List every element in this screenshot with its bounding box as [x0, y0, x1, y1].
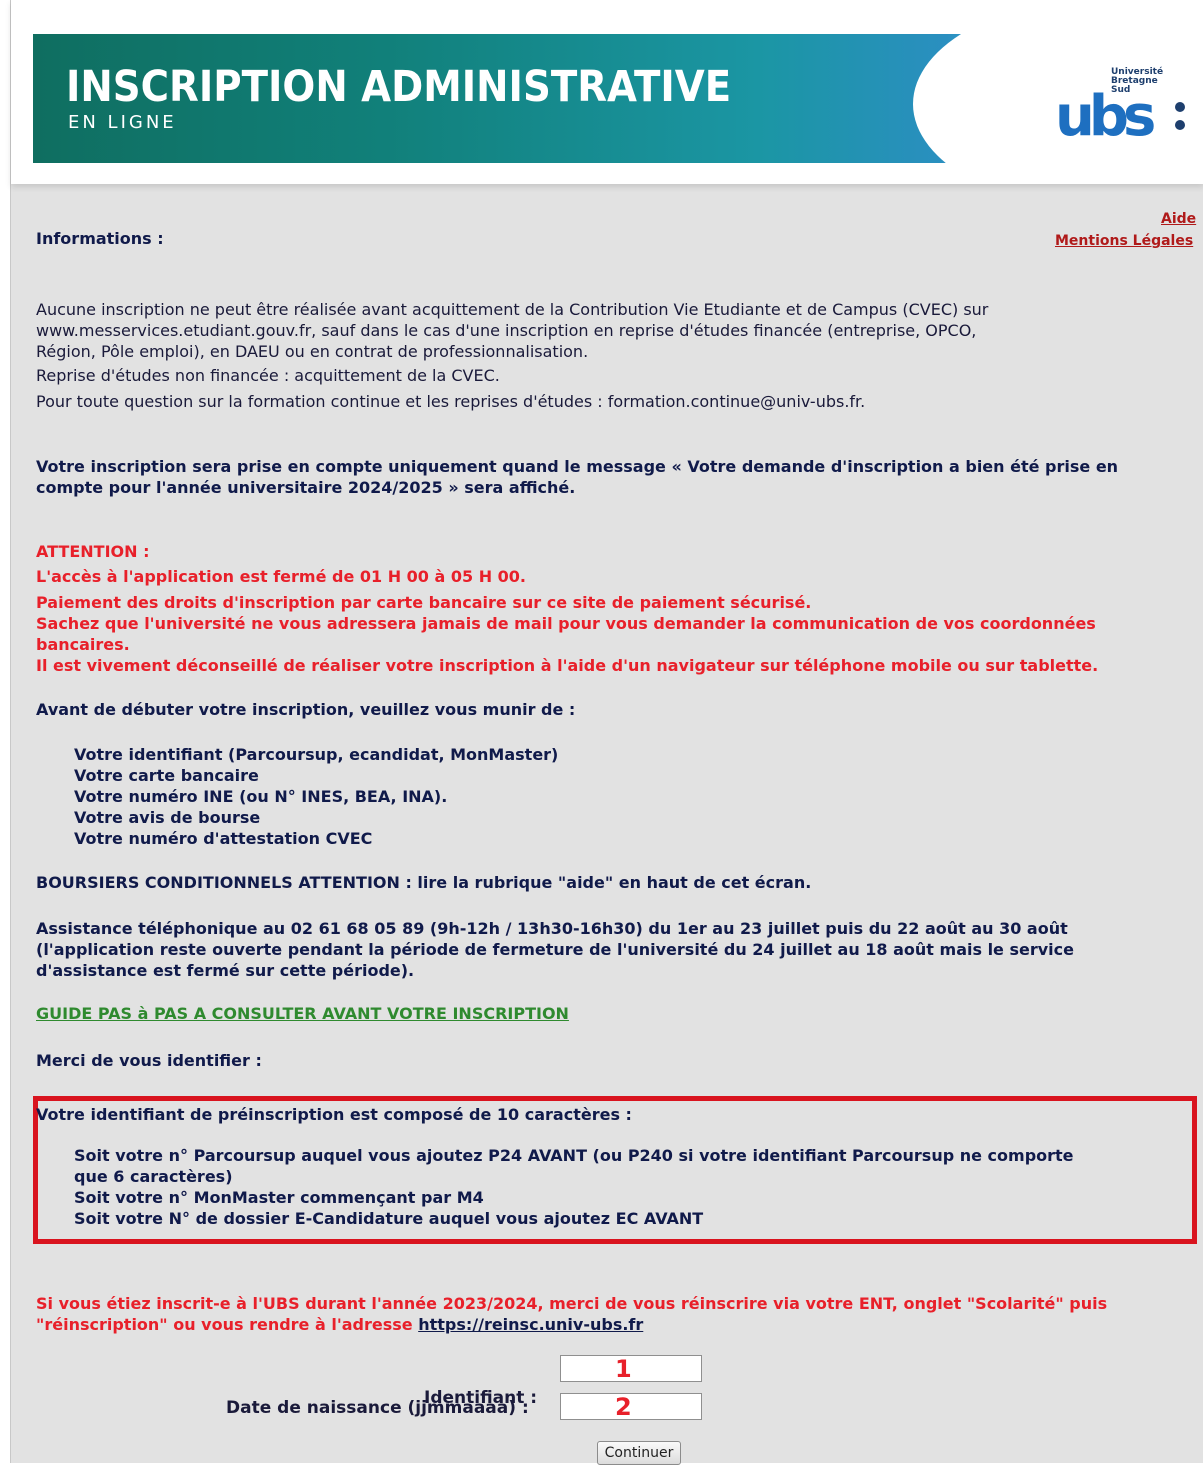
attention-line-1: L'accès à l'application est fermé de 01 … [36, 567, 526, 586]
list-item: Votre numéro INE (ou N° INES, BEA, INA). [74, 787, 448, 806]
banner: INSCRIPTION ADMINISTRATIVE EN LIGNE [33, 34, 1203, 163]
date-naissance-marker: 2 [615, 1393, 632, 1421]
ubs-logo: Université Bretagne Sud ubs [1051, 62, 1191, 149]
informations-label: Informations : [36, 229, 164, 248]
merci-text: Merci de vous identifier : [36, 1051, 262, 1070]
identifiant-item-1a: Soit votre n° Parcoursup auquel vous ajo… [74, 1146, 1074, 1165]
reinscription-link[interactable]: https://reinsc.univ-ubs.fr [418, 1315, 643, 1334]
attention-line-3b: bancaires. [36, 635, 130, 654]
banner-title: INSCRIPTION ADMINISTRATIVE [66, 62, 732, 112]
list-item: Votre numéro d'attestation CVEC [74, 829, 373, 848]
logo-colon-icon [1175, 102, 1185, 132]
identifiant-item-2: Soit votre n° MonMaster commençant par M… [74, 1188, 484, 1207]
list-item: Votre carte bancaire [74, 766, 259, 785]
continuer-button[interactable]: Continuer [597, 1441, 681, 1465]
assistance-line-3: d'assistance est fermé sur cette période… [36, 961, 415, 980]
identifiant-marker: 1 [615, 1355, 632, 1383]
logo-wordmark: ubs [1055, 84, 1156, 149]
identifiant-item-1b: que 6 caractères) [74, 1167, 233, 1186]
prise-en-compte-line-2: compte pour l'année universitaire 2024/2… [36, 478, 576, 497]
attention-line-3a: Sachez que l'université ne vous adresser… [36, 614, 1096, 633]
list-item: Votre identifiant (Parcoursup, ecandidat… [74, 745, 559, 764]
attention-title: ATTENTION : [36, 542, 150, 561]
date-naissance-label: Date de naissance (jjmmaaaa) : [226, 1398, 529, 1418]
cvec-line-1: Aucune inscription ne peut être réalisée… [36, 300, 989, 319]
avant-title: Avant de débuter votre inscription, veui… [36, 700, 576, 719]
assistance-line-1: Assistance téléphonique au 02 61 68 05 8… [36, 919, 1068, 938]
reinscription-line-2: "réinscription" ou vous rendre à l'adres… [36, 1315, 643, 1334]
cvec-line-3: Région, Pôle emploi), en DAEU ou en cont… [36, 342, 589, 361]
mentions-legales-link[interactable]: Mentions Légales [1055, 233, 1193, 249]
attention-line-2: Paiement des droits d'inscription par ca… [36, 593, 812, 612]
attention-line-4: Il est vivement déconseillé de réaliser … [36, 656, 1099, 675]
reprise-text: Reprise d'études non financée : acquitte… [36, 366, 500, 385]
aide-link[interactable]: Aide [1161, 211, 1196, 227]
question-text: Pour toute question sur la formation con… [36, 392, 866, 411]
reinscription-prefix: "réinscription" ou vous rendre à l'adres… [36, 1315, 419, 1334]
reinscription-line-1: Si vous étiez inscrit-e à l'UBS durant l… [36, 1294, 1108, 1313]
guide-link[interactable]: GUIDE PAS à PAS A CONSULTER AVANT VOTRE … [36, 1004, 569, 1023]
prise-en-compte-line-1: Votre inscription sera prise en compte u… [36, 457, 1119, 476]
identifiant-item-3: Soit votre N° de dossier E-Candidature a… [74, 1209, 704, 1228]
cvec-line-2: www.messervices.etudiant.gouv.fr, sauf d… [36, 321, 977, 340]
page-frame: INSCRIPTION ADMINISTRATIVE EN LIGNE Univ… [10, 0, 1203, 1465]
header: INSCRIPTION ADMINISTRATIVE EN LIGNE Univ… [11, 0, 1203, 184]
assistance-line-2: (l'application reste ouverte pendant la … [36, 940, 1074, 959]
banner-subtitle: EN LIGNE [68, 112, 177, 133]
identifiant-box-title: Votre identifiant de préinscription est … [36, 1105, 632, 1124]
boursiers-text: BOURSIERS CONDITIONNELS ATTENTION : lire… [36, 873, 812, 892]
list-item: Votre avis de bourse [74, 808, 261, 827]
